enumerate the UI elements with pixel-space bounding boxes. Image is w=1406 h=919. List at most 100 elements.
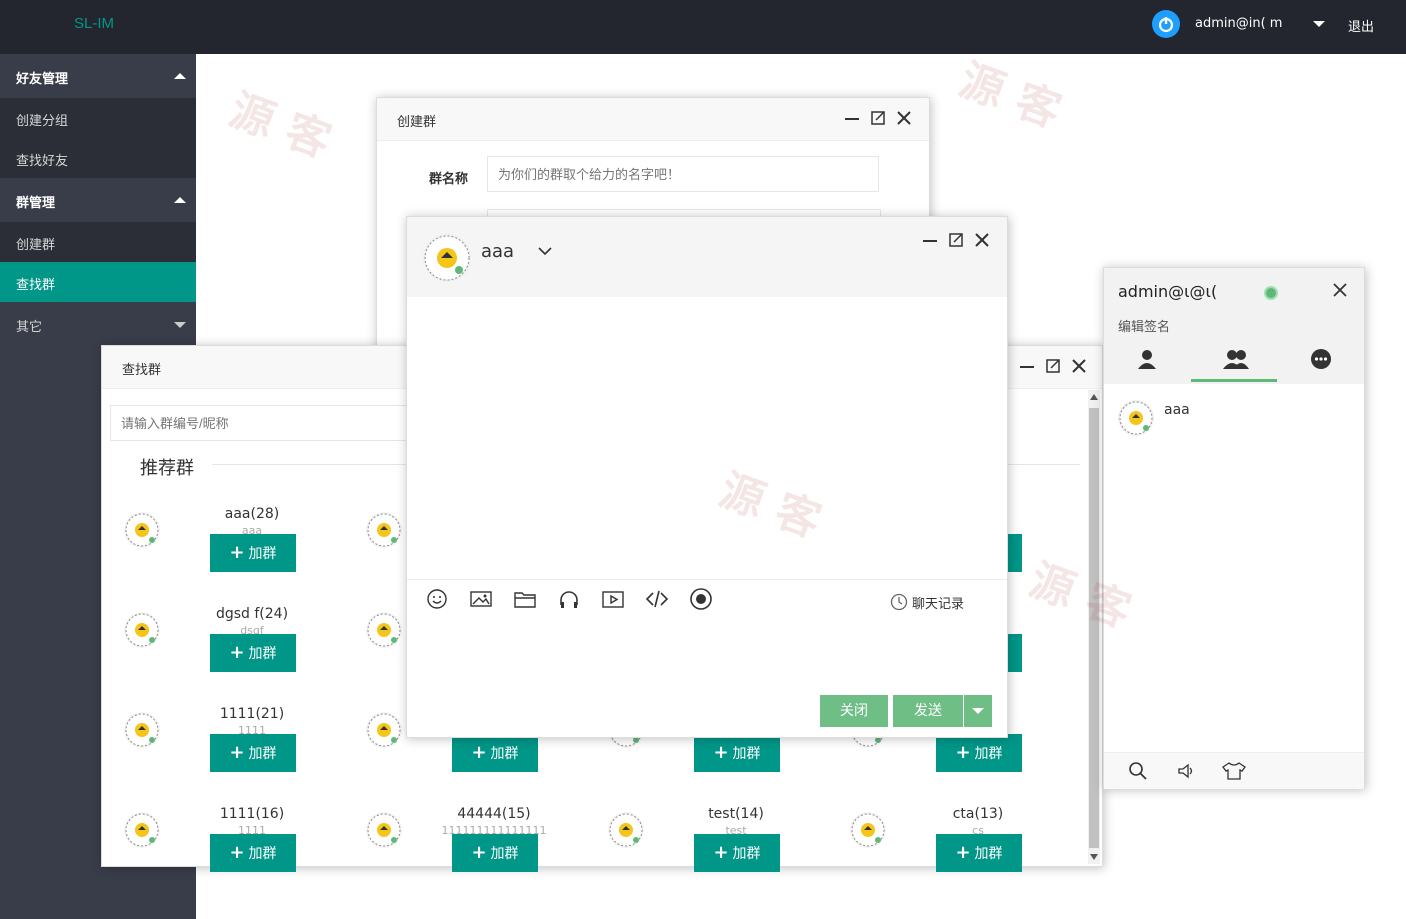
scroll-thumb[interactable]	[1089, 408, 1099, 848]
users-icon	[1223, 350, 1249, 369]
skin-icon[interactable]	[1222, 761, 1246, 785]
minimize-icon[interactable]	[921, 231, 939, 249]
window-title: 查找群	[122, 363, 162, 378]
minimize-icon[interactable]	[1018, 357, 1036, 375]
plus-icon: +	[713, 842, 729, 863]
nav-group-groups[interactable]: 群管理	[0, 178, 196, 222]
join-group-button[interactable]: +加群	[452, 734, 538, 772]
sound-icon[interactable]	[1176, 761, 1196, 785]
avatar[interactable]	[124, 712, 160, 748]
join-label: 加群	[490, 746, 519, 762]
nav-item-find-friend[interactable]: 查找好友	[0, 138, 196, 178]
chat-history-link[interactable]: 聊天记录	[890, 593, 965, 612]
smile-icon[interactable]	[425, 587, 449, 611]
close-chat-button[interactable]: 关闭	[820, 695, 888, 727]
user-menu[interactable]: admin@in( m	[1195, 16, 1282, 31]
group-name: 44444(15)	[457, 806, 531, 822]
send-button[interactable]: 发送	[893, 695, 963, 727]
avatar[interactable]	[124, 512, 160, 548]
folder-icon[interactable]	[513, 587, 537, 611]
close-icon[interactable]	[895, 109, 913, 127]
close-icon[interactable]	[1070, 357, 1088, 375]
avatar[interactable]	[366, 812, 402, 848]
nav-item-label: 查找好友	[16, 154, 69, 169]
scrollbar[interactable]	[1088, 390, 1100, 864]
maximize-icon[interactable]	[869, 109, 887, 127]
avatar[interactable]	[850, 812, 886, 848]
app-logo[interactable]: SL-IM	[74, 15, 114, 32]
join-group-button[interactable]: +加群	[936, 734, 1022, 772]
join-group-button[interactable]: +加群	[210, 834, 296, 872]
window-titlebar[interactable]: 创建群	[377, 98, 929, 141]
minimize-icon[interactable]	[843, 109, 861, 127]
history-label: 聊天记录	[912, 597, 965, 612]
chat-header[interactable]: aaa	[407, 217, 1007, 297]
join-group-button[interactable]: +加群	[210, 634, 296, 672]
headphones-icon[interactable]	[557, 587, 581, 611]
tab-history[interactable]	[1278, 342, 1364, 382]
join-group-button[interactable]: +加群	[694, 734, 780, 772]
scroll-up-icon[interactable]	[1090, 394, 1098, 400]
search-icon[interactable]	[1128, 761, 1148, 785]
watermark: 源 客	[952, 54, 1068, 138]
group-name: cta(13)	[952, 806, 1004, 822]
image-icon[interactable]	[469, 587, 493, 611]
send-options-button[interactable]	[964, 695, 992, 727]
list-item: cta(13) cs + 加群	[828, 806, 1048, 896]
avatar[interactable]	[366, 512, 402, 548]
tab-friends[interactable]	[1104, 342, 1190, 382]
avatar[interactable]	[124, 612, 160, 648]
maximize-icon[interactable]	[947, 231, 965, 249]
nav-item-create-category[interactable]: 创建分组	[0, 98, 196, 138]
nav-item-find-group[interactable]: 查找群	[0, 262, 196, 302]
group-name-input[interactable]	[487, 156, 879, 192]
join-label: 加群	[248, 846, 277, 862]
avatar[interactable]	[366, 712, 402, 748]
avatar[interactable]	[423, 234, 471, 282]
join-group-button[interactable]: +加群	[452, 834, 538, 872]
plus-icon: +	[713, 742, 729, 763]
nav-group-friends[interactable]: 好友管理	[0, 54, 196, 98]
record-icon[interactable]	[689, 587, 713, 611]
list-item: 44444(15) 111111111111111 + 加群	[344, 806, 564, 896]
code-icon[interactable]	[645, 587, 669, 611]
scroll-down-icon[interactable]	[1090, 854, 1098, 860]
tab-groups[interactable]	[1191, 342, 1277, 382]
plus-icon: +	[229, 542, 245, 563]
online-status-icon[interactable]	[1264, 286, 1278, 300]
signature-input[interactable]: 编辑签名	[1118, 316, 1170, 335]
plus-icon: +	[471, 842, 487, 863]
video-icon[interactable]	[601, 587, 625, 611]
nav-item-label: 创建分组	[16, 114, 69, 129]
list-item: 1111(21) 1111 + 加群	[102, 706, 322, 796]
main-panel-header: admin@ι@ι( 编辑签名	[1104, 268, 1364, 384]
plus-icon: +	[229, 642, 245, 663]
join-label: 加群	[248, 546, 277, 562]
chevron-down-icon[interactable]	[537, 243, 553, 263]
chevron-down-icon[interactable]	[1313, 21, 1325, 27]
group-search-input[interactable]	[110, 405, 450, 441]
nav-group-other[interactable]: 其它	[0, 302, 196, 346]
join-group-button[interactable]: +加群	[210, 534, 296, 572]
chevron-down-icon	[174, 322, 186, 328]
message-area[interactable]	[407, 297, 1007, 580]
chat-bubble-icon	[1311, 349, 1331, 369]
nav-item-label: 查找群	[16, 278, 56, 293]
group-name: aaa(28)	[224, 506, 280, 522]
plus-icon: +	[229, 742, 245, 763]
maximize-icon[interactable]	[1044, 357, 1062, 375]
join-label: 加群	[732, 846, 761, 862]
close-icon[interactable]	[1332, 282, 1348, 302]
nav-item-create-group[interactable]: 创建群	[0, 222, 196, 262]
close-icon[interactable]	[973, 231, 991, 249]
avatar[interactable]	[366, 612, 402, 648]
main-panel: admin@ι@ι( 编辑签名 aaa	[1103, 267, 1365, 789]
join-group-button[interactable]: +加群	[936, 834, 1022, 872]
power-icon[interactable]	[1152, 10, 1180, 38]
avatar[interactable]	[124, 812, 160, 848]
join-group-button[interactable]: +加群	[694, 834, 780, 872]
join-group-button[interactable]: +加群	[210, 734, 296, 772]
current-user-name: admin@ι@ι(	[1118, 282, 1218, 301]
avatar[interactable]	[608, 812, 644, 848]
logout-link[interactable]: 退出	[1348, 16, 1374, 35]
